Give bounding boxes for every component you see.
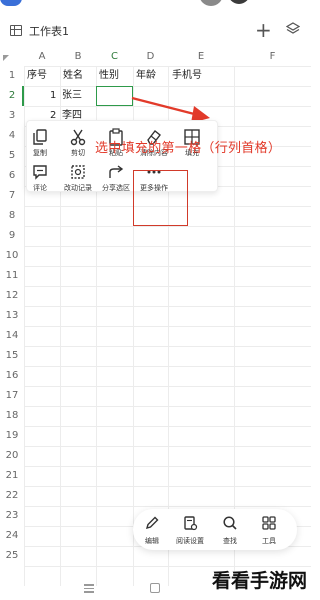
column-header-d[interactable]: D <box>133 48 168 66</box>
grid-line <box>24 466 311 467</box>
grid-line <box>24 426 311 427</box>
column-header-a[interactable]: A <box>24 48 60 66</box>
top-bar: 工作表1 + <box>0 0 311 44</box>
grid-line <box>24 346 311 347</box>
scissors-icon <box>70 129 86 146</box>
row-header-15[interactable]: 15 <box>0 350 24 361</box>
cell-header-name[interactable]: 姓名 <box>63 66 83 86</box>
nav-recent-apps-icon[interactable] <box>84 584 94 593</box>
row-header-25[interactable]: 25 <box>0 550 24 561</box>
grid-line <box>24 286 311 287</box>
reading-settings-icon <box>184 516 198 531</box>
cell-seq[interactable]: 1 <box>50 86 56 106</box>
column-header-e[interactable]: E <box>168 48 234 66</box>
row-header-20[interactable]: 20 <box>0 450 24 461</box>
search-icon <box>223 516 237 530</box>
menu-item-cut[interactable]: 剪切 <box>59 128 97 158</box>
row-header-17[interactable]: 17 <box>0 390 24 401</box>
toolbar-find-button[interactable]: 查找 <box>213 515 247 546</box>
selected-cell[interactable] <box>96 86 133 106</box>
column-header-f[interactable]: F <box>234 48 311 66</box>
row-header-19[interactable]: 19 <box>0 430 24 441</box>
cell-header-age[interactable]: 年龄 <box>136 66 156 86</box>
row-selection-indicator <box>22 86 24 106</box>
column-header-b[interactable]: B <box>60 48 96 66</box>
cell-header-seq[interactable]: 序号 <box>27 66 47 86</box>
row-header-21[interactable]: 21 <box>0 470 24 481</box>
nav-home-icon[interactable] <box>150 583 160 593</box>
tools-icon <box>262 516 276 530</box>
bottom-toolbar: 编辑 阅读设置 查找 工具 <box>133 509 297 550</box>
avatar[interactable] <box>199 0 223 6</box>
grid-line <box>24 366 311 367</box>
row-header-2[interactable]: 2 <box>0 90 24 101</box>
grid-line <box>24 506 311 507</box>
row-header-9[interactable]: 9 <box>0 230 24 241</box>
grid-line <box>24 266 311 267</box>
cell-header-phone[interactable]: 手机号 <box>172 66 202 86</box>
avatar-secondary[interactable] <box>228 0 250 4</box>
row-header-13[interactable]: 13 <box>0 310 24 321</box>
share-icon <box>109 165 124 178</box>
grid-line <box>24 306 311 307</box>
table-icon <box>10 25 22 36</box>
toolbar-reading-settings-button[interactable]: 阅读设置 <box>173 515 207 546</box>
row-header-14[interactable]: 14 <box>0 330 24 341</box>
menu-item-comment[interactable]: 评论 <box>21 163 59 193</box>
cell-name[interactable]: 张三 <box>62 86 82 106</box>
layers-icon[interactable] <box>286 22 300 36</box>
column-header-c[interactable]: C <box>96 48 133 66</box>
watermark: 看看手游网 <box>212 570 308 592</box>
toolbar-edit-button[interactable]: 编辑 <box>135 515 169 546</box>
row-header-24[interactable]: 24 <box>0 530 24 541</box>
row-header-1[interactable]: 1 <box>0 70 24 81</box>
context-menu: 复制 剪切 粘贴 清除内容 填充 评论 改动记录 分享选区 更多操作 <box>26 120 218 192</box>
annotation-highlight-box <box>133 170 188 226</box>
copy-icon <box>33 129 47 145</box>
row-header-10[interactable]: 10 <box>0 250 24 261</box>
grid-line <box>24 246 311 247</box>
grid-line <box>24 326 311 327</box>
grid-line <box>24 386 311 387</box>
row-header-3[interactable]: 3 <box>0 110 24 121</box>
sheet-name-tab[interactable]: 工作表1 <box>29 23 69 39</box>
grid-line <box>24 226 311 227</box>
plus-icon[interactable]: + <box>255 20 272 40</box>
cell-header-gender[interactable]: 性别 <box>99 66 119 86</box>
grid-line <box>24 446 311 447</box>
grid-line <box>24 486 311 487</box>
row-header-8[interactable]: 8 <box>0 210 24 221</box>
history-icon <box>71 165 85 179</box>
comment-icon <box>33 165 47 180</box>
toolbar-tools-button[interactable]: 工具 <box>252 515 286 546</box>
grid-line <box>24 406 311 407</box>
row-header-22[interactable]: 22 <box>0 490 24 501</box>
menu-item-share-selection[interactable]: 分享选区 <box>97 163 135 193</box>
select-all-corner[interactable] <box>3 55 9 61</box>
menu-item-change-history[interactable]: 改动记录 <box>59 163 97 193</box>
row-header-12[interactable]: 12 <box>0 290 24 301</box>
row-header-11[interactable]: 11 <box>0 270 24 281</box>
app-logo-icon <box>0 0 22 6</box>
menu-item-copy[interactable]: 复制 <box>21 128 59 158</box>
pencil-icon <box>145 516 159 530</box>
annotation-text: 选中填充的第一格（行列首格） <box>95 141 282 156</box>
row-header-16[interactable]: 16 <box>0 370 24 381</box>
row-header-23[interactable]: 23 <box>0 510 24 521</box>
row-header-18[interactable]: 18 <box>0 410 24 421</box>
